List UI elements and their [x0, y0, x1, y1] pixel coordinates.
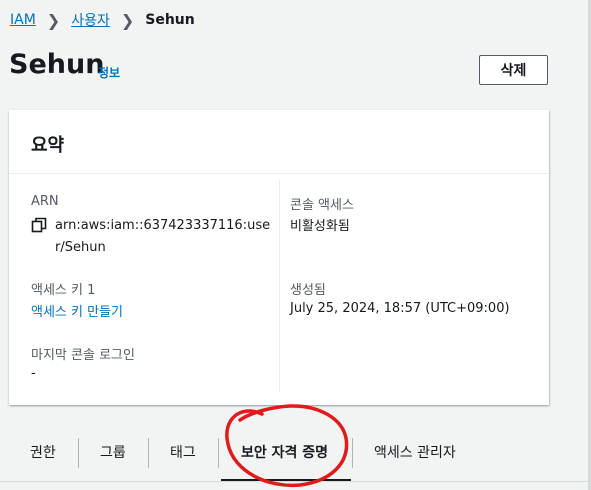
chevron-right-icon: ❯ — [120, 10, 135, 30]
arn-label: ARN — [31, 194, 59, 209]
chevron-right-icon: ❯ — [46, 10, 61, 30]
tab-security-credentials[interactable]: 보안 자격 증명 — [241, 432, 328, 472]
breadcrumb-current: Sehun — [145, 12, 195, 28]
summary-title: 요약 — [31, 135, 65, 156]
breadcrumb: IAM ❯ 사용자 ❯ Sehun — [10, 10, 195, 30]
tab-divider — [218, 438, 219, 468]
breadcrumb-users[interactable]: 사용자 — [71, 10, 110, 30]
console-access-value: 비활성화됨 — [290, 219, 350, 234]
console-access-label: 콘솔 액세스 — [290, 198, 354, 213]
summary-card: 요약 ARN arn:aws:iam::637423337116:user/Se… — [9, 110, 549, 405]
delete-button[interactable]: 삭제 — [479, 55, 548, 85]
tab-divider — [78, 438, 79, 468]
arn-field: arn:aws:iam::637423337116:user/Sehun — [31, 215, 275, 259]
tab-groups[interactable]: 그룹 — [100, 432, 126, 472]
tab-bar: 권한 그룹 태그 보안 자격 증명 액세스 관리자 — [0, 432, 588, 482]
breadcrumb-iam[interactable]: IAM — [10, 12, 36, 28]
copy-icon[interactable] — [31, 217, 47, 233]
column-divider — [279, 180, 280, 392]
arn-value: arn:aws:iam::637423337116:user/Sehun — [55, 218, 271, 255]
tab-tags[interactable]: 태그 — [170, 432, 196, 472]
access-key-label: 액세스 키 1 — [31, 283, 96, 298]
last-login-label: 마지막 콘솔 로그인 — [31, 348, 135, 363]
summary-header — [9, 110, 549, 174]
tab-divider — [352, 438, 353, 468]
created-value: July 25, 2024, 18:57 (UTC+09:00) — [290, 301, 510, 316]
tab-divider — [148, 438, 149, 468]
tab-bar-baseline — [0, 481, 588, 482]
info-link[interactable]: 정보 — [98, 64, 120, 81]
created-label: 생성됨 — [290, 283, 326, 298]
last-login-value: - — [31, 366, 36, 381]
tab-access-advisor[interactable]: 액세스 관리자 — [374, 432, 456, 472]
tab-permissions[interactable]: 권한 — [30, 432, 56, 472]
page-title: Sehun — [9, 49, 105, 80]
create-access-key-link[interactable]: 액세스 키 만들기 — [31, 301, 123, 320]
